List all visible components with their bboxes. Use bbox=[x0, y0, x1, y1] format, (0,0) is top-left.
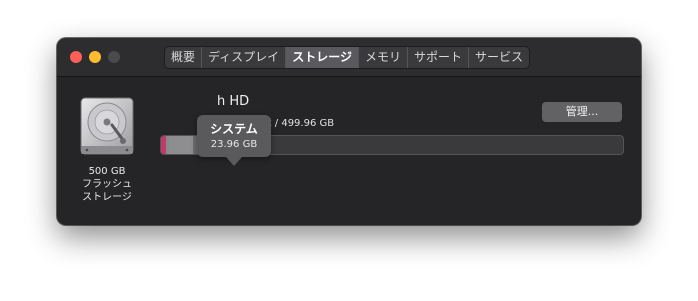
minimize-button[interactable] bbox=[89, 51, 101, 63]
tab-support[interactable]: サポート bbox=[408, 47, 469, 68]
manage-button[interactable]: 管理... bbox=[542, 102, 622, 122]
disk-type-line1: フラッシュ bbox=[82, 179, 132, 190]
tab-displays[interactable]: ディスプレイ bbox=[202, 47, 287, 68]
storage-tooltip: システム 23.96 GB bbox=[197, 115, 271, 166]
tab-storage[interactable]: ストレージ bbox=[286, 47, 359, 68]
tooltip-size: 23.96 GB bbox=[210, 139, 258, 150]
disk-capacity: 500 GB bbox=[88, 166, 126, 177]
tab-bar: 概要 ディスプレイ ストレージ メモリ サポート サービス bbox=[164, 46, 530, 69]
close-button[interactable] bbox=[70, 51, 82, 63]
about-this-mac-window: 概要 ディスプレイ ストレージ メモリ サポート サービス 500 GB フラッ… bbox=[57, 38, 641, 225]
hard-drive-icon bbox=[80, 97, 134, 155]
tooltip-title: システム bbox=[210, 122, 258, 136]
tab-overview[interactable]: 概要 bbox=[165, 47, 203, 68]
storage-segment-system[interactable] bbox=[169, 136, 193, 154]
drive-name: h HD bbox=[217, 94, 250, 109]
disk-description: 500 GB フラッシュ ストレージ bbox=[69, 165, 145, 204]
zoom-button[interactable] bbox=[108, 51, 120, 63]
tab-service[interactable]: サービス bbox=[469, 47, 529, 68]
title-bar: 概要 ディスプレイ ストレージ メモリ サポート サービス bbox=[57, 38, 641, 77]
tab-memory[interactable]: メモリ bbox=[359, 47, 408, 68]
disk-type-line2: ストレージ bbox=[82, 192, 132, 203]
